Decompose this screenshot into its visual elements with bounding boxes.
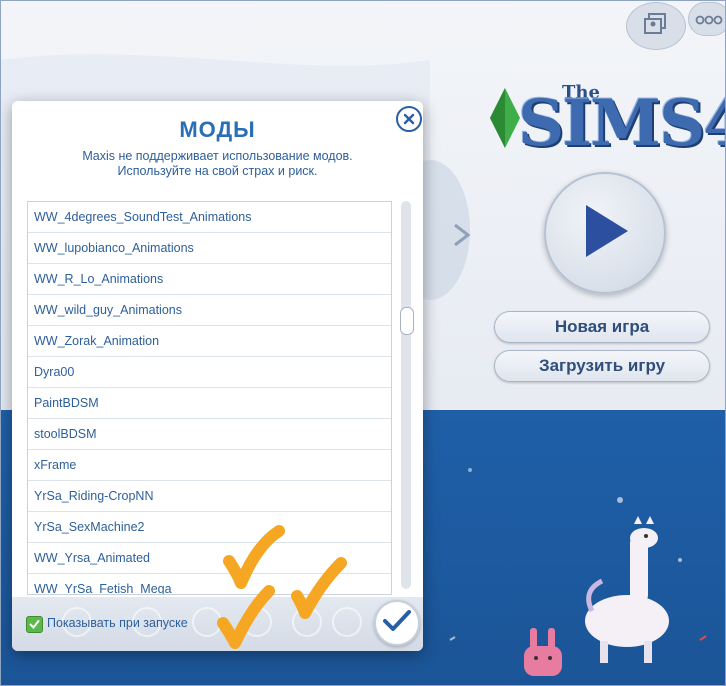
load-game-button[interactable]: Загрузить игру	[494, 350, 710, 382]
footer-decoration	[192, 607, 222, 637]
list-item[interactable]: Dyra00	[28, 357, 391, 388]
play-button[interactable]	[544, 172, 666, 294]
footer-decoration	[292, 607, 322, 637]
show-on-launch-label: Показывать при запуске	[47, 616, 188, 630]
mods-list[interactable]: WW_4degrees_SoundTest_Animations WW_lupo…	[27, 201, 392, 595]
plumbob-icon	[490, 88, 520, 148]
more-options-button[interactable]	[688, 2, 726, 36]
dialog-title: МОДЫ	[179, 117, 256, 142]
footer-decoration	[242, 607, 272, 637]
llama-decoration	[585, 516, 669, 663]
dialog-footer: Показывать при запуске	[12, 597, 423, 651]
warning-line-2: Используйте на свой страх и риск.	[117, 164, 318, 178]
scrollbar-thumb[interactable]	[400, 307, 414, 335]
mods-dialog: МОДЫ Maxis не поддерживает использование…	[12, 101, 423, 651]
list-item[interactable]: stoolBDSM	[28, 419, 391, 450]
list-item[interactable]: WW_R_Lo_Animations	[28, 264, 391, 295]
checkmark-icon	[382, 608, 412, 638]
play-icon	[580, 203, 630, 263]
new-game-button[interactable]: Новая игра	[494, 311, 710, 343]
scrollbar-track[interactable]	[401, 201, 411, 589]
list-item[interactable]: YrSa_Riding-CropNN	[28, 481, 391, 512]
list-item[interactable]: PaintBDSM	[28, 388, 391, 419]
confirm-button[interactable]	[374, 600, 420, 646]
checkmark-small-icon	[29, 615, 40, 634]
list-item[interactable]: YrSa_SexMachine2	[28, 512, 391, 543]
list-item[interactable]: WW_Zorak_Animation	[28, 326, 391, 357]
logo-sims: SIMS4	[518, 86, 726, 161]
footer-decoration	[332, 607, 362, 637]
list-item[interactable]: xFrame	[28, 450, 391, 481]
warning-line-1: Maxis не поддерживает использование модо…	[82, 149, 353, 163]
list-item[interactable]: WW_4degrees_SoundTest_Animations	[28, 202, 391, 233]
bunny-decoration	[524, 628, 562, 676]
list-item[interactable]: WW_lupobianco_Animations	[28, 233, 391, 264]
list-item[interactable]: WW_wild_guy_Animations	[28, 295, 391, 326]
show-on-launch-checkbox[interactable]	[26, 616, 43, 633]
gallery-button[interactable]	[626, 2, 686, 50]
list-item[interactable]: WW_Yrsa_Animated	[28, 543, 391, 574]
list-item[interactable]: WW_YrSa_Fetish_Mega	[28, 574, 391, 594]
sims4-logo: The SIMS4	[490, 82, 726, 162]
more-options-icon	[694, 10, 724, 29]
gallery-icon	[643, 12, 669, 40]
